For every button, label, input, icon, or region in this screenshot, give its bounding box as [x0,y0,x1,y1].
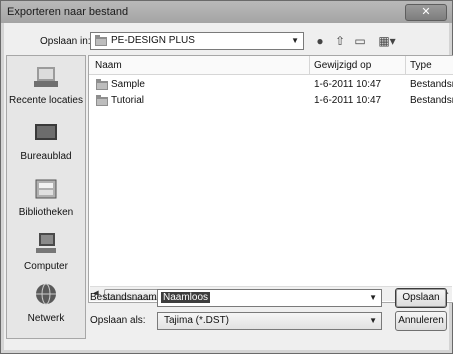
chevron-down-icon: ▼ [291,36,299,45]
filename-field[interactable]: Naamloos ▼ [157,289,382,307]
place-libraries[interactable]: Bibliotheken [7,176,85,218]
cancel-button[interactable]: Annuleren [395,311,447,331]
place-label: Netwerk [27,313,65,324]
filename-label: Bestandsnaam: [90,292,160,303]
places-bar: Recente locaties Bureaublad Bibliotheken [6,55,86,339]
filename-value: Naamloos [161,292,211,303]
filetype-select[interactable]: Tajima (*.DST) ▼ [157,312,382,330]
place-label: Recente locaties [9,95,83,106]
filetype-value: Tajima (*.DST) [164,315,230,326]
file-modified: 1-6-2011 10:47 [314,79,382,90]
filetype-label: Opslaan als: [90,315,146,326]
lookin-combo[interactable]: PE-DESIGN PLUS ▼ [90,32,304,50]
desktop-icon [35,124,57,140]
back-icon[interactable]: ● [312,33,328,49]
up-folder-icon[interactable]: ⇧ [332,33,348,49]
list-header: Naam Gewijzigd op Type [89,56,453,75]
column-type[interactable]: Type [410,60,432,71]
chevron-down-icon: ▼ [369,316,377,325]
file-name: Sample [111,79,145,90]
file-type: Bestandsn [410,79,453,90]
new-folder-icon[interactable]: ▭ [352,33,368,49]
dialog-title: Exporteren naar bestand [7,6,129,18]
place-computer[interactable]: Computer [7,230,85,272]
lookin-value: PE-DESIGN PLUS [111,35,195,46]
file-modified: 1-6-2011 10:47 [314,95,382,106]
close-button[interactable]: ✕ [405,4,447,21]
folder-icon [96,95,108,106]
file-list: Naam Gewijzigd op Type Sample 1-6-2011 1… [88,55,453,303]
place-recent[interactable]: Recente locaties [7,64,85,106]
place-label: Bibliotheken [18,207,74,218]
libraries-icon [35,179,57,199]
lookin-label: Opslaan in: [40,36,91,47]
save-button[interactable]: Opslaan [395,288,447,308]
place-desktop[interactable]: Bureaublad [7,120,85,162]
title-bar: Exporteren naar bestand ✕ [1,1,452,23]
recent-places-icon [34,67,58,87]
place-label: Bureaublad [20,151,72,162]
folder-icon [95,35,107,46]
computer-icon [36,233,56,253]
export-dialog: Exporteren naar bestand ✕ Opslaan in: PE… [0,0,453,354]
file-name: Tutorial [111,95,144,106]
folder-icon [96,79,108,90]
table-row[interactable]: Sample 1-6-2011 10:47 Bestandsn [89,77,453,93]
chevron-down-icon: ▼ [369,293,377,302]
place-network[interactable]: Netwerk [7,282,85,324]
table-row[interactable]: Tutorial 1-6-2011 10:47 Bestandsn [89,93,453,109]
column-modified[interactable]: Gewijzigd op [314,60,371,71]
view-menu-icon[interactable]: ▦▾ [374,33,400,49]
column-name[interactable]: Naam [95,60,122,71]
place-label: Computer [24,261,68,272]
network-icon [36,283,56,305]
file-type: Bestandsn [410,95,453,106]
dialog-body: Opslaan in: PE-DESIGN PLUS ▼ ● ⇧ ▭ ▦▾ Re… [4,23,453,350]
